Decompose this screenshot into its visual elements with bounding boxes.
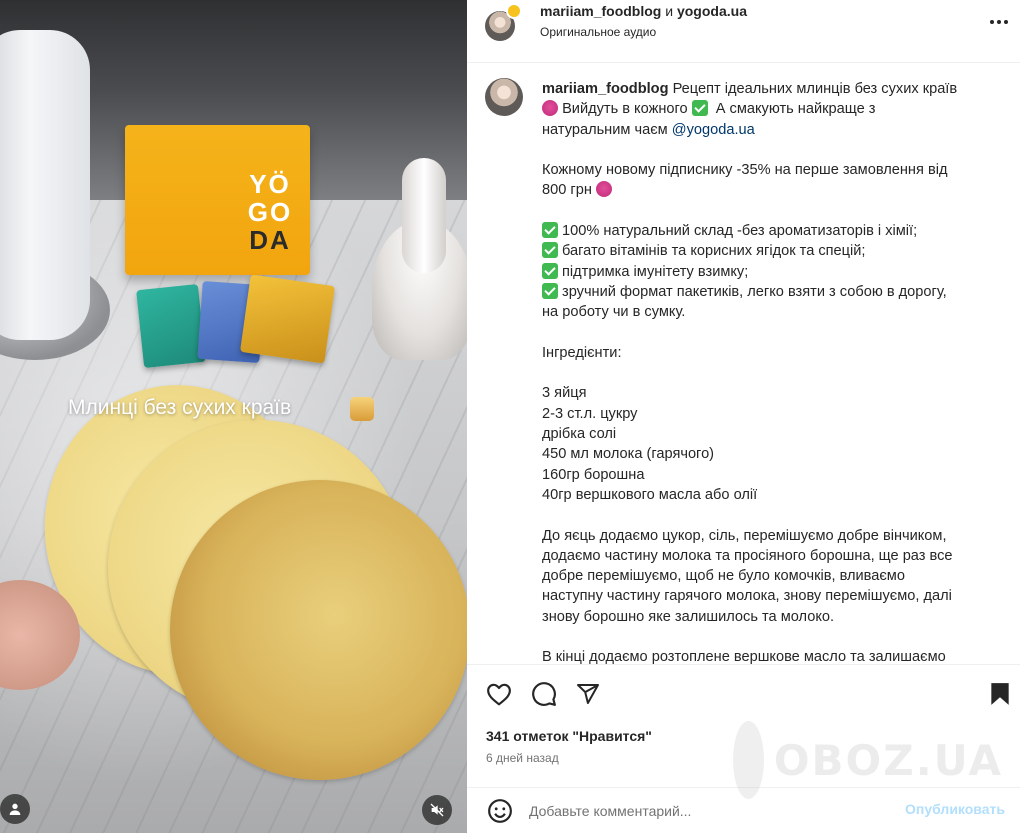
bookmark-icon[interactable] xyxy=(986,680,1014,708)
post-media[interactable]: YÖ GO DA Млинці без сухих країв xyxy=(0,0,467,833)
share-icon[interactable] xyxy=(574,680,602,708)
author-username[interactable]: mariiam_foodblog xyxy=(540,3,661,19)
ingredient-item: 3 яйця xyxy=(542,385,587,402)
post-date[interactable]: 6 дней назад xyxy=(486,751,559,765)
pancake xyxy=(170,480,467,780)
caption-bullet: підтримка імунітету взимку; xyxy=(562,263,749,280)
heart-eyes-emoji-icon xyxy=(542,100,558,117)
ingredient-item: 160гр борошна xyxy=(542,466,645,483)
check-mark-icon xyxy=(542,282,558,299)
heart-icon[interactable] xyxy=(485,680,513,708)
caption-line: Кожному новому підписнику -35% на перше … xyxy=(542,162,948,179)
comment-icon[interactable] xyxy=(530,680,558,708)
method-line: До яєць додаємо цукор, сіль, перемішуємо… xyxy=(542,527,947,544)
ingredient-item: дрібка солі xyxy=(542,426,617,443)
check-mark-icon xyxy=(542,222,558,239)
check-mark-icon xyxy=(542,262,558,279)
likes-count[interactable]: 341 отметок "Нравится" xyxy=(486,728,652,744)
pancakes-emoji-icon xyxy=(350,397,374,421)
watermark-text: OBOZ.UA xyxy=(773,735,1003,785)
caption-line: 800 грн xyxy=(542,182,592,199)
pestle xyxy=(402,158,446,273)
post-caption: mariiam_foodblog Рецепт ідеальних млинці… xyxy=(542,79,994,664)
ingredients-title: Інгредієнти: xyxy=(542,344,622,361)
user-tag-icon[interactable] xyxy=(0,794,30,824)
caption-line: Рецепт ідеальних млинців без сухих країв xyxy=(672,81,958,97)
emoji-icon[interactable] xyxy=(486,797,514,825)
method-line: добре перемішуємо, щоб не було комочків,… xyxy=(542,568,905,585)
ingredient-item: 40гр вершкового масла або олії xyxy=(542,486,758,503)
paper-towel-roll xyxy=(0,30,90,340)
caption-bullet: зручний формат пакетиків, легко взяти з … xyxy=(562,283,947,300)
collab-username[interactable]: yogoda.ua xyxy=(677,3,747,19)
method-line: додаємо частину молока та просіяного бор… xyxy=(542,547,953,564)
method-line: знову борошно яке залишилось та молоко. xyxy=(542,608,835,625)
check-mark-icon xyxy=(691,100,708,117)
caption-line: Вийдуть в кожного xyxy=(562,101,688,118)
audio-label[interactable]: Оригинальное аудио xyxy=(540,25,656,39)
collab-avatar-badge[interactable] xyxy=(506,3,522,19)
method-line: В кінці додаємо розтоплене вершкове масл… xyxy=(542,649,946,664)
caption-line: на роботу чи в сумку. xyxy=(542,304,686,321)
more-horizontal-icon[interactable] xyxy=(987,10,1011,34)
tea-sachet xyxy=(239,274,336,364)
heart-eyes-emoji-icon xyxy=(595,181,612,198)
caption-bullet: багато вітамінів та корисних ягідок та с… xyxy=(562,243,866,260)
post-caption-area: mariiam_foodblog Рецепт ідеальних млинці… xyxy=(467,63,1020,664)
caption-username[interactable]: mariiam_foodblog xyxy=(542,81,669,97)
globe-logo-icon xyxy=(733,721,764,799)
post-side-panel: mariiam_foodblog и yogoda.ua Оригинально… xyxy=(467,0,1020,833)
check-mark-icon xyxy=(542,242,558,259)
caption-line: А смакують найкраще з xyxy=(715,101,876,118)
ingredient-item: 2-3 ст.л. цукру xyxy=(542,405,638,422)
caption-bullet: 100% натуральний склад -без ароматизатор… xyxy=(562,223,918,240)
avatar[interactable] xyxy=(485,78,523,116)
video-overlay-caption: Млинці без сухих країв xyxy=(68,396,292,419)
speaker-muted-icon[interactable] xyxy=(422,795,452,825)
author-conjunction: и xyxy=(665,3,674,19)
caption-line: натуральним чаєм xyxy=(542,121,668,138)
tea-sachet xyxy=(136,283,206,369)
site-watermark: OBOZ.UA xyxy=(733,715,1003,805)
post-authors: mariiam_foodblog и yogoda.ua xyxy=(540,3,747,19)
mention-link[interactable]: @yogoda.ua xyxy=(672,122,755,138)
post-header: mariiam_foodblog и yogoda.ua Оригинально… xyxy=(467,0,1020,63)
ingredient-item: 450 мл молока (гарячого) xyxy=(542,446,715,463)
tea-box-brand: YÖ GO DA xyxy=(247,169,293,255)
method-line: наступну частину гарячого молока, знову … xyxy=(542,588,952,605)
